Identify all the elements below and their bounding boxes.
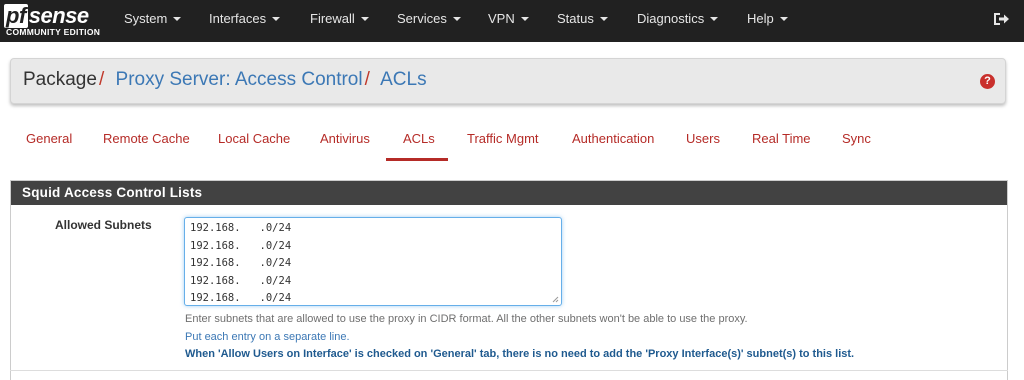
tab-authentication[interactable]: Authentication — [572, 131, 654, 161]
nav-diagnostics-label: Diagnostics — [637, 11, 705, 26]
nav-vpn[interactable]: VPN — [488, 0, 529, 42]
logo-wordmark: pf sense — [4, 3, 89, 28]
nav-system-label: System — [124, 11, 168, 26]
allowed-subnets-label: Allowed Subnets — [55, 218, 152, 232]
subnets-help-text: Enter subnets that are allowed to use th… — [185, 313, 748, 325]
breadcrumb: Package / Proxy Server: Access Control / A… — [10, 58, 1006, 104]
subnet-line: 192.168. .0/24 — [190, 292, 292, 304]
chevron-down-icon — [360, 16, 369, 21]
nav-diagnostics[interactable]: Diagnostics — [637, 0, 719, 42]
pfsense-logo[interactable]: pf sense COMMUNITY EDITION — [4, 4, 100, 38]
resize-grip-icon[interactable] — [552, 296, 559, 303]
chevron-down-icon — [452, 16, 461, 21]
divider — [10, 370, 1008, 371]
tab-traffic-mgmt[interactable]: Traffic Mgmt — [467, 131, 539, 161]
tab-acls[interactable]: ACLs — [403, 131, 435, 161]
tab-remote-cache[interactable]: Remote Cache — [103, 131, 190, 161]
subnets-help-note: When 'Allow Users on Interface' is check… — [185, 348, 855, 360]
tab-users[interactable]: Users — [686, 131, 720, 161]
chevron-down-icon — [173, 16, 182, 21]
chevron-down-icon — [272, 16, 281, 21]
nav-help-label: Help — [747, 11, 774, 26]
subnet-line: 192.168. .0/24 — [190, 274, 292, 287]
subnet-line: 192.168. .0/24 — [190, 257, 292, 269]
logo-edition: COMMUNITY EDITION — [6, 27, 101, 37]
tab-antivirus[interactable]: Antivirus — [320, 131, 370, 161]
nav-help[interactable]: Help — [747, 0, 788, 42]
logout-icon[interactable] — [992, 10, 1010, 28]
subnet-line: 192.168. .0/24 — [190, 222, 292, 234]
tab-general[interactable]: General — [26, 131, 72, 161]
breadcrumb-package: Package — [23, 69, 97, 90]
active-tab-indicator — [386, 158, 448, 161]
breadcrumb-link-access-control[interactable]: Proxy Server: Access Control — [116, 69, 363, 90]
nav-services-label: Services — [397, 11, 447, 26]
tab-real-time[interactable]: Real Time — [752, 131, 811, 161]
breadcrumb-separator: / — [98, 69, 105, 90]
nav-status[interactable]: Status — [557, 0, 608, 42]
nav-system[interactable]: System — [124, 0, 182, 42]
nav-status-label: Status — [557, 11, 594, 26]
chevron-down-icon — [520, 16, 529, 21]
tab-sync[interactable]: Sync — [842, 131, 871, 161]
nav-interfaces[interactable]: Interfaces — [209, 0, 281, 42]
nav-firewall[interactable]: Firewall — [310, 0, 369, 42]
allowed-subnets-textarea[interactable]: 192.168. .0/24 192.168. .0/24 192.168. .… — [184, 217, 562, 306]
subnet-line: 192.168. .0/24 — [190, 239, 292, 252]
nav-firewall-label: Firewall — [310, 11, 355, 26]
nav-services[interactable]: Services — [397, 0, 461, 42]
chevron-down-icon — [710, 16, 719, 21]
nav-vpn-label: VPN — [488, 11, 515, 26]
breadcrumb-separator: / — [364, 69, 370, 90]
breadcrumb-link-acls[interactable]: ACLs — [380, 69, 426, 90]
top-navbar: pf sense COMMUNITY EDITION System Interfa… — [0, 0, 1024, 42]
breadcrumb-trail: Package / Proxy Server: Access Control / A… — [23, 69, 427, 91]
chevron-down-icon — [599, 16, 608, 21]
panel-title: Squid Access Control Lists — [11, 181, 1007, 205]
subnets-help-separate-line: Put each entry on a separate line. — [185, 331, 350, 343]
question-circle-icon[interactable]: ? — [980, 74, 995, 89]
chevron-down-icon — [779, 16, 788, 21]
nav-interfaces-label: Interfaces — [209, 11, 267, 26]
tab-local-cache[interactable]: Local Cache — [218, 131, 290, 161]
